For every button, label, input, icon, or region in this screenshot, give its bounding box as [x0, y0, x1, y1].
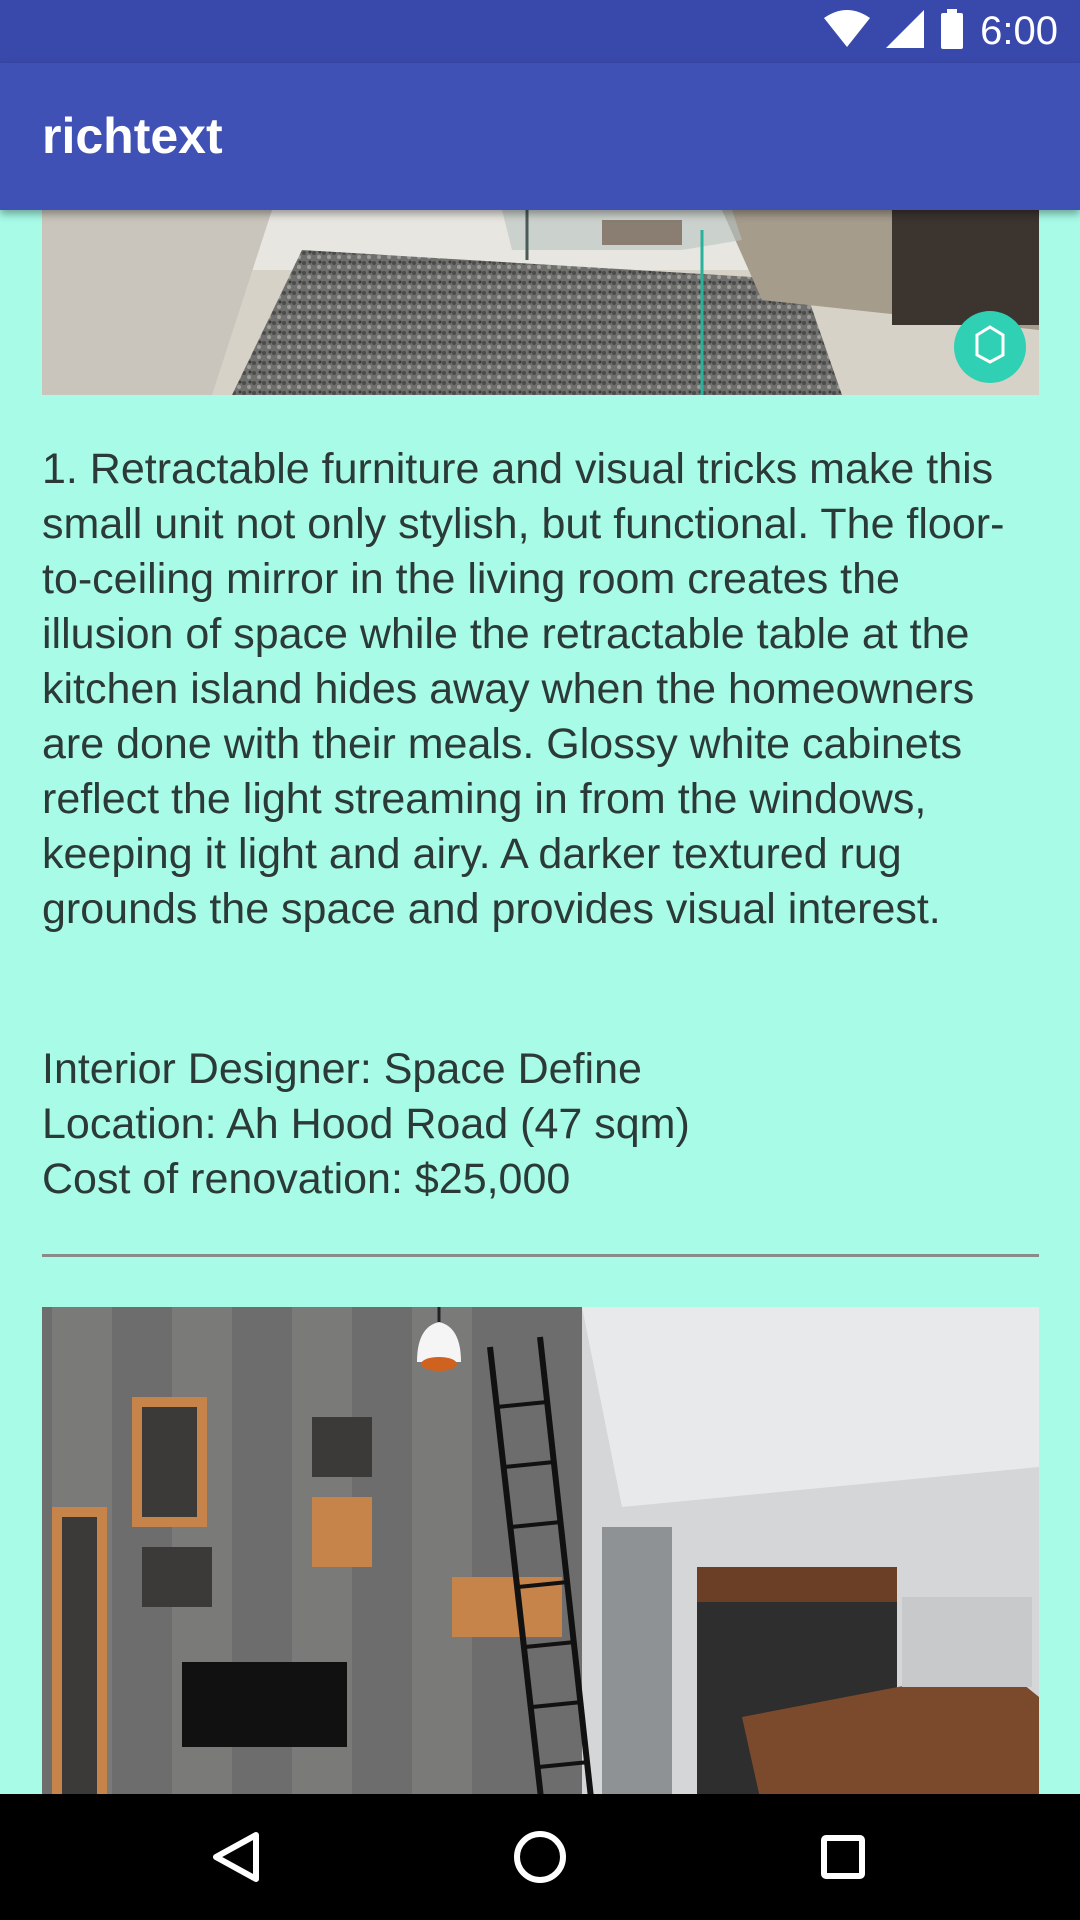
kitchen-shelves-photo — [42, 1307, 1039, 1794]
article-paragraph: 1. Retractable furniture and visual tric… — [42, 445, 1005, 933]
battery-icon — [940, 9, 964, 54]
recents-button[interactable] — [803, 1817, 883, 1897]
status-time: 6:00 — [980, 9, 1058, 53]
divider — [42, 1254, 1039, 1257]
recents-square-icon — [821, 1835, 865, 1879]
cost-line: Cost of renovation: $25,000 — [42, 1155, 571, 1203]
app-title: richtext — [42, 108, 223, 164]
home-circle-icon — [514, 1831, 566, 1883]
designer-line: Interior Designer: Space Define — [42, 1045, 642, 1093]
cellular-signal-icon — [886, 10, 925, 53]
status-bar: 6:00 — [0, 0, 1080, 63]
wifi-icon — [824, 10, 871, 53]
navigation-bar — [0, 1794, 1080, 1920]
app-bar: richtext — [0, 63, 1080, 210]
living-room-photo — [42, 210, 1039, 395]
article-details: Interior Designer: Space Define Location… — [42, 1042, 1042, 1207]
location-line: Location: Ah Hood Road (47 sqm) — [42, 1100, 690, 1148]
back-button[interactable] — [196, 1817, 276, 1897]
home-button[interactable] — [500, 1817, 580, 1897]
back-triangle-icon — [213, 1832, 259, 1882]
status-icons: 6:00 — [824, 0, 1058, 63]
article-content[interactable]: 1. Retractable furniture and visual tric… — [0, 210, 1080, 1794]
